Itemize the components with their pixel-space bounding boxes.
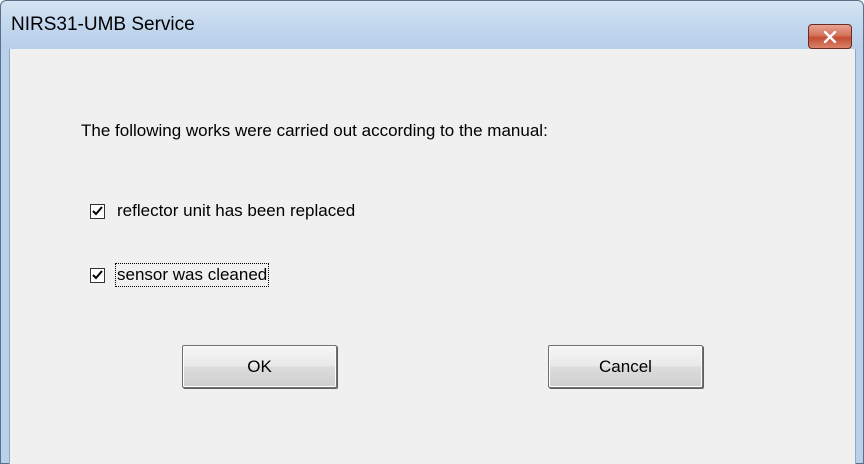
window-title: NIRS31-UMB Service [11, 14, 195, 35]
close-x-icon [823, 30, 837, 43]
checkmark-icon [92, 206, 103, 216]
close-button[interactable] [808, 24, 852, 49]
title-bar[interactable]: NIRS31-UMB Service [1, 1, 863, 49]
checkmark-icon [92, 270, 103, 280]
checkbox-sensor-cleaned[interactable]: sensor was cleaned [90, 263, 270, 287]
ok-button[interactable]: OK [182, 345, 337, 388]
cancel-button[interactable]: Cancel [548, 345, 703, 388]
checkbox-reflector-replaced[interactable]: reflector unit has been replaced [90, 199, 355, 223]
instruction-text: The following works were carried out acc… [81, 121, 548, 140]
checkbox-label: sensor was cleaned [114, 263, 270, 287]
checkbox-label: reflector unit has been replaced [117, 201, 356, 220]
dialog-body: The following works were carried out acc… [9, 49, 856, 464]
checkbox-box[interactable] [90, 267, 105, 283]
checkbox-box[interactable] [90, 203, 105, 219]
dialog-window: NIRS31-UMB Service The following works w… [0, 0, 864, 464]
